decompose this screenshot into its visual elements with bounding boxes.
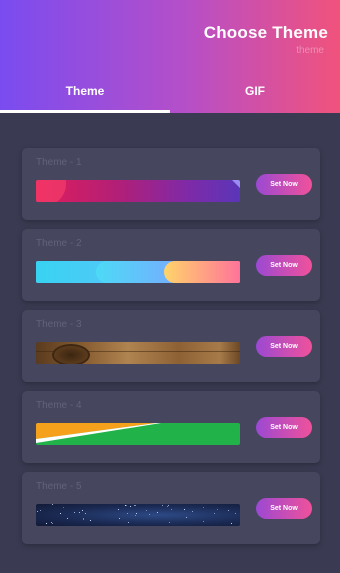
page-title: Choose Theme — [203, 23, 328, 42]
theme-card-1: Theme - 1 Set Now — [22, 148, 320, 220]
star-decoration — [136, 513, 137, 514]
set-now-button-5[interactable]: Set Now — [256, 498, 312, 519]
star-decoration — [168, 505, 169, 506]
theme-preview-4[interactable] — [36, 423, 240, 445]
star-decoration — [74, 512, 75, 513]
star-decoration — [169, 522, 170, 523]
theme-list: Theme - 1 Set Now Theme - 2 Set Now Them… — [22, 148, 320, 553]
star-decoration — [171, 509, 172, 510]
preview-shape — [36, 180, 66, 202]
star-decoration — [130, 506, 131, 507]
star-decoration — [214, 513, 215, 514]
active-tab-indicator — [0, 110, 170, 113]
preview-shape — [164, 261, 240, 283]
star-decoration — [167, 506, 168, 507]
star-decoration — [40, 510, 41, 511]
tab-theme[interactable]: Theme — [0, 84, 170, 98]
theme-name: Theme - 2 — [36, 238, 82, 249]
star-decoration — [231, 523, 232, 524]
star-decoration — [135, 515, 136, 516]
star-decoration — [83, 519, 84, 520]
theme-preview-1[interactable] — [36, 180, 240, 202]
preview-shape — [52, 344, 90, 364]
theme-preview-3[interactable] — [36, 342, 240, 364]
star-decoration — [149, 514, 150, 515]
star-decoration — [82, 510, 83, 511]
star-decoration — [135, 505, 136, 506]
theme-name: Theme - 3 — [36, 319, 82, 330]
theme-card-3: Theme - 3 Set Now — [22, 310, 320, 382]
star-decoration — [118, 509, 119, 510]
set-now-button-2[interactable]: Set Now — [256, 255, 312, 276]
star-decoration — [128, 522, 129, 523]
star-decoration — [46, 523, 47, 524]
star-decoration — [203, 507, 204, 508]
theme-card-5: Theme - 5 Set Now — [22, 472, 320, 544]
star-decoration — [192, 511, 193, 512]
preview-corner — [232, 180, 240, 188]
theme-card-2: Theme - 2 Set Now — [22, 229, 320, 301]
star-decoration — [37, 511, 38, 512]
theme-name: Theme - 5 — [36, 481, 82, 492]
star-decoration — [79, 512, 80, 513]
star-decoration — [146, 510, 147, 511]
star-decoration — [63, 507, 64, 508]
star-decoration — [85, 513, 86, 514]
theme-name: Theme - 1 — [36, 157, 82, 168]
star-decoration — [119, 518, 120, 519]
theme-preview-5[interactable] — [36, 504, 240, 526]
star-decoration — [67, 518, 68, 519]
star-decoration — [162, 505, 163, 506]
set-now-button-3[interactable]: Set Now — [256, 336, 312, 357]
star-decoration — [203, 521, 204, 522]
star-decoration — [228, 510, 229, 511]
star-decoration — [127, 513, 128, 514]
star-decoration — [184, 509, 185, 510]
star-decoration — [217, 509, 218, 510]
set-now-button-4[interactable]: Set Now — [256, 417, 312, 438]
star-decoration — [134, 505, 135, 506]
theme-preview-2[interactable] — [36, 261, 240, 283]
theme-name: Theme - 4 — [36, 400, 82, 411]
star-decoration — [52, 504, 53, 505]
star-decoration — [90, 520, 91, 521]
theme-card-4: Theme - 4 Set Now — [22, 391, 320, 463]
star-decoration — [125, 505, 126, 506]
star-decoration — [60, 513, 61, 514]
star-decoration — [186, 517, 187, 518]
tab-gif[interactable]: GIF — [170, 84, 340, 98]
star-decoration — [235, 513, 236, 514]
star-decoration — [126, 505, 127, 506]
star-decoration — [52, 523, 53, 524]
page-subtitle: theme — [296, 45, 324, 56]
set-now-button-1[interactable]: Set Now — [256, 174, 312, 195]
star-decoration — [157, 512, 158, 513]
app-header: Choose Theme theme Theme GIF — [0, 0, 340, 113]
